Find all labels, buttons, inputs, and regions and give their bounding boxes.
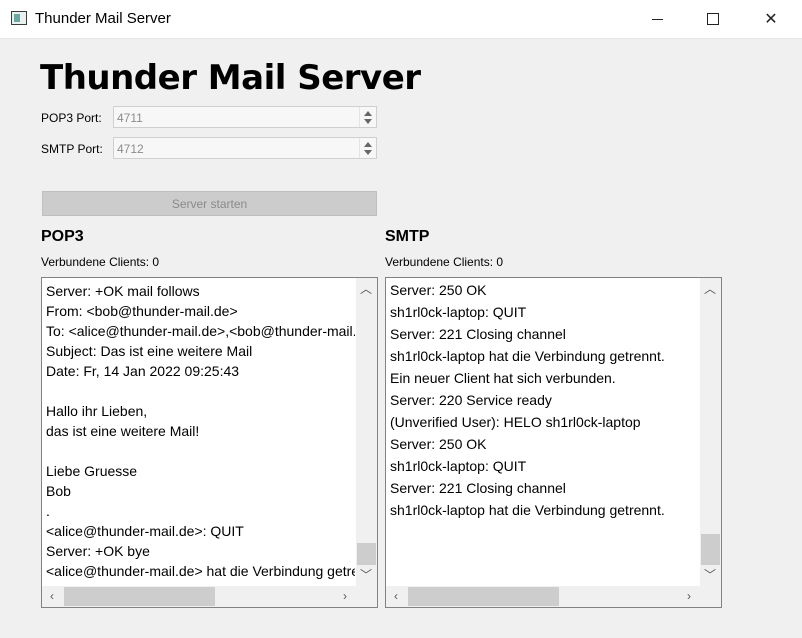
pop3-horizontal-scrollbar[interactable]: ‹ › — [42, 586, 356, 607]
spin-down-icon[interactable] — [364, 150, 372, 155]
smtp-port-spinbox[interactable]: 4712 — [113, 137, 377, 159]
title-bar: Thunder Mail Server ✕ — [0, 0, 802, 39]
pop3-port-label: POP3 Port: — [41, 111, 102, 125]
scroll-left-icon[interactable]: ‹ — [45, 589, 59, 603]
smtp-vscroll-thumb[interactable] — [701, 534, 720, 565]
close-icon: ✕ — [764, 11, 778, 28]
smtp-vertical-scrollbar[interactable]: ︿ ﹀ — [700, 278, 721, 586]
scroll-left-icon[interactable]: ‹ — [389, 589, 403, 603]
smtp-hscroll-thumb[interactable] — [408, 587, 559, 606]
scroll-down-icon[interactable]: ﹀ — [359, 568, 373, 582]
pop3-clients-count: Verbundene Clients: 0 — [41, 255, 160, 269]
minimize-icon — [651, 18, 663, 20]
pop3-port-spinbox[interactable]: 4711 — [113, 106, 377, 128]
smtp-log[interactable]: Server: 250 OK sh1rl0ck-laptop: QUIT Ser… — [385, 277, 722, 608]
scroll-corner — [700, 586, 721, 607]
smtp-section-title: SMTP — [385, 228, 430, 245]
smtp-clients-count: Verbundene Clients: 0 — [385, 255, 504, 269]
spin-up-icon[interactable] — [364, 111, 372, 116]
spin-down-icon[interactable] — [364, 119, 372, 124]
smtp-horizontal-scrollbar[interactable]: ‹ › — [386, 586, 700, 607]
scroll-down-icon[interactable]: ﹀ — [703, 568, 717, 582]
maximize-icon — [707, 13, 719, 25]
spin-up-icon[interactable] — [364, 142, 372, 147]
minimize-button[interactable] — [628, 0, 686, 38]
pop3-port-stepper[interactable] — [359, 107, 376, 127]
smtp-log-text: Server: 250 OK sh1rl0ck-laptop: QUIT Ser… — [390, 282, 665, 518]
scroll-up-icon[interactable]: ︿ — [703, 282, 717, 296]
smtp-port-label: SMTP Port: — [41, 142, 103, 156]
pop3-log[interactable]: Server: +OK mail follows From: <bob@thun… — [41, 277, 378, 608]
app-window-icon — [11, 11, 27, 25]
pop3-vertical-scrollbar[interactable]: ︿ ﹀ — [356, 278, 377, 586]
scroll-corner — [356, 586, 377, 607]
page-title: Thunder Mail Server — [40, 58, 421, 98]
smtp-port-stepper[interactable] — [359, 138, 376, 158]
start-server-button[interactable]: Server starten — [42, 191, 377, 216]
pop3-section-title: POP3 — [41, 228, 84, 245]
scroll-right-icon[interactable]: › — [338, 589, 352, 603]
close-button[interactable]: ✕ — [742, 0, 800, 38]
scroll-up-icon[interactable]: ︿ — [359, 282, 373, 296]
window-title: Thunder Mail Server — [35, 10, 171, 27]
smtp-port-value: 4712 — [117, 142, 144, 156]
pop3-port-value: 4711 — [117, 111, 143, 125]
scroll-right-icon[interactable]: › — [682, 589, 696, 603]
maximize-button[interactable] — [684, 0, 742, 38]
pop3-vscroll-thumb[interactable] — [357, 543, 376, 565]
pop3-hscroll-thumb[interactable] — [64, 587, 215, 606]
pop3-log-text: Server: +OK mail follows From: <bob@thun… — [46, 283, 355, 579]
